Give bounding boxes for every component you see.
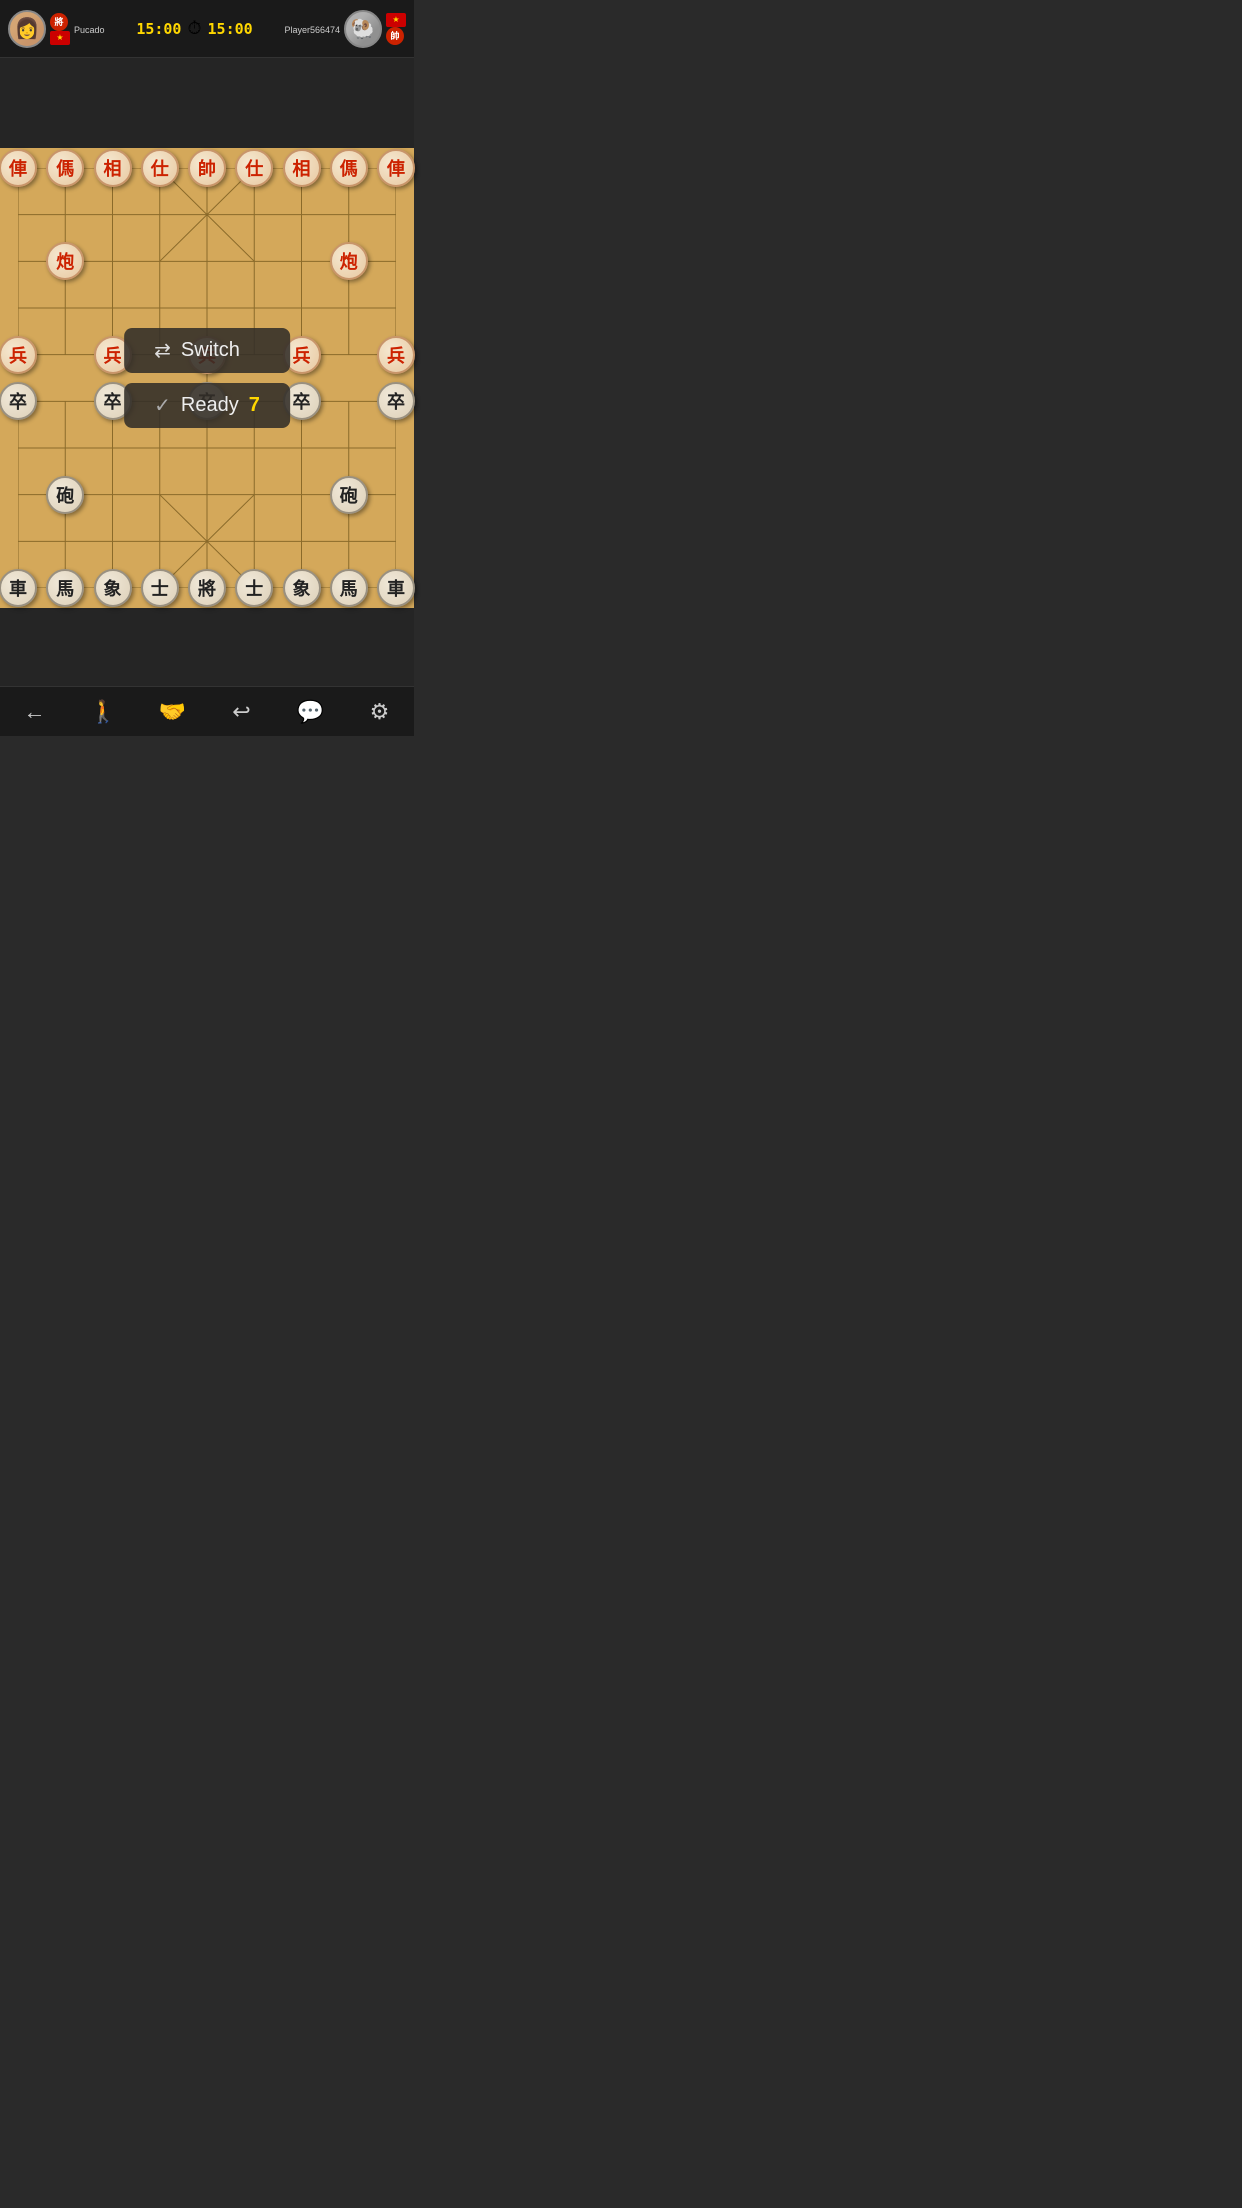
ready-check-icon: ✓ xyxy=(154,393,171,418)
undo-icon: ↩ xyxy=(232,699,250,725)
piece-俥[interactable]: 俥 xyxy=(0,149,37,187)
piece-傌[interactable]: 傌 xyxy=(330,149,368,187)
clock-icon: ⏱ xyxy=(187,18,201,39)
switch-button[interactable]: ⇄ Switch xyxy=(124,328,290,373)
piece-將[interactable]: 將 xyxy=(188,569,226,607)
player-right-name: Player566474 xyxy=(284,25,340,35)
piece-兵[interactable]: 兵 xyxy=(377,336,415,374)
chat-button[interactable]: 💬 xyxy=(289,692,333,732)
dark-area-top xyxy=(0,58,414,148)
undo-button[interactable]: ↩ xyxy=(220,692,264,732)
settings-icon: ⚙ xyxy=(370,699,390,725)
piece-馬[interactable]: 馬 xyxy=(46,569,84,607)
settings-button[interactable]: ⚙ xyxy=(358,692,402,732)
player-left-name: Pucado xyxy=(74,25,105,35)
flag-star-right: ★ xyxy=(392,15,399,24)
piece-炮[interactable]: 炮 xyxy=(46,242,84,280)
piece-砲[interactable]: 砲 xyxy=(330,476,368,514)
dark-area-bottom xyxy=(0,608,414,688)
piece-士[interactable]: 士 xyxy=(141,569,179,607)
timer-left: 15:00 xyxy=(136,20,181,38)
piece-相[interactable]: 相 xyxy=(283,149,321,187)
piece-兵[interactable]: 兵 xyxy=(0,336,37,374)
timer-right: 15:00 xyxy=(208,20,253,38)
chess-board: 俥傌相仕帥仕相傌俥炮炮兵兵兵兵兵車馬象士將士象馬車砲砲卒卒卒卒卒 ⇄ Switc… xyxy=(0,148,414,608)
piece-仕[interactable]: 仕 xyxy=(235,149,273,187)
overlay-buttons: ⇄ Switch ✓ Ready 7 xyxy=(124,328,290,428)
ready-count: 7 xyxy=(249,394,260,417)
piece-士[interactable]: 士 xyxy=(235,569,273,607)
back-icon: ← xyxy=(24,699,46,725)
piece-象[interactable]: 象 xyxy=(94,569,132,607)
flag-star-left: ★ xyxy=(56,33,63,42)
player-right-section: ★ 帥 🐏 Player566474 xyxy=(284,10,406,48)
player-right-rank: 帥 xyxy=(386,27,404,45)
person-button[interactable]: 🚶 xyxy=(82,692,126,732)
person-icon: 🚶 xyxy=(90,699,117,725)
piece-馬[interactable]: 馬 xyxy=(330,569,368,607)
player-left-avatar: 👩 xyxy=(8,10,46,48)
piece-卒[interactable]: 卒 xyxy=(0,382,37,420)
player-left-section: 👩 將 ★ Pucado xyxy=(8,10,105,48)
piece-車[interactable]: 車 xyxy=(0,569,37,607)
game-header: 👩 將 ★ Pucado 15:00 ⏱ 15:00 ★ 帥 🐏 Player5… xyxy=(0,0,414,58)
piece-帥[interactable]: 帥 xyxy=(188,149,226,187)
ready-label: Ready xyxy=(181,394,239,417)
piece-相[interactable]: 相 xyxy=(94,149,132,187)
piece-俥[interactable]: 俥 xyxy=(377,149,415,187)
player-right-flag: ★ xyxy=(386,13,406,27)
switch-icon: ⇄ xyxy=(154,338,171,363)
timer-section: 15:00 ⏱ 15:00 xyxy=(136,18,252,39)
back-button[interactable]: ← xyxy=(13,692,57,732)
player-left-flag: ★ xyxy=(50,31,70,45)
ready-button[interactable]: ✓ Ready 7 xyxy=(124,383,290,428)
piece-車[interactable]: 車 xyxy=(377,569,415,607)
player-left-rank: 將 xyxy=(50,13,68,31)
switch-label: Switch xyxy=(181,339,240,362)
chat-icon: 💬 xyxy=(297,699,324,725)
piece-卒[interactable]: 卒 xyxy=(377,382,415,420)
handshake-button[interactable]: 🤝 xyxy=(151,692,195,732)
bottom-toolbar: ← 🚶 🤝 ↩ 💬 ⚙ xyxy=(0,686,414,736)
piece-炮[interactable]: 炮 xyxy=(330,242,368,280)
handshake-icon: 🤝 xyxy=(159,699,186,725)
piece-仕[interactable]: 仕 xyxy=(141,149,179,187)
player-right-avatar: 🐏 xyxy=(344,10,382,48)
piece-象[interactable]: 象 xyxy=(283,569,321,607)
piece-砲[interactable]: 砲 xyxy=(46,476,84,514)
piece-傌[interactable]: 傌 xyxy=(46,149,84,187)
